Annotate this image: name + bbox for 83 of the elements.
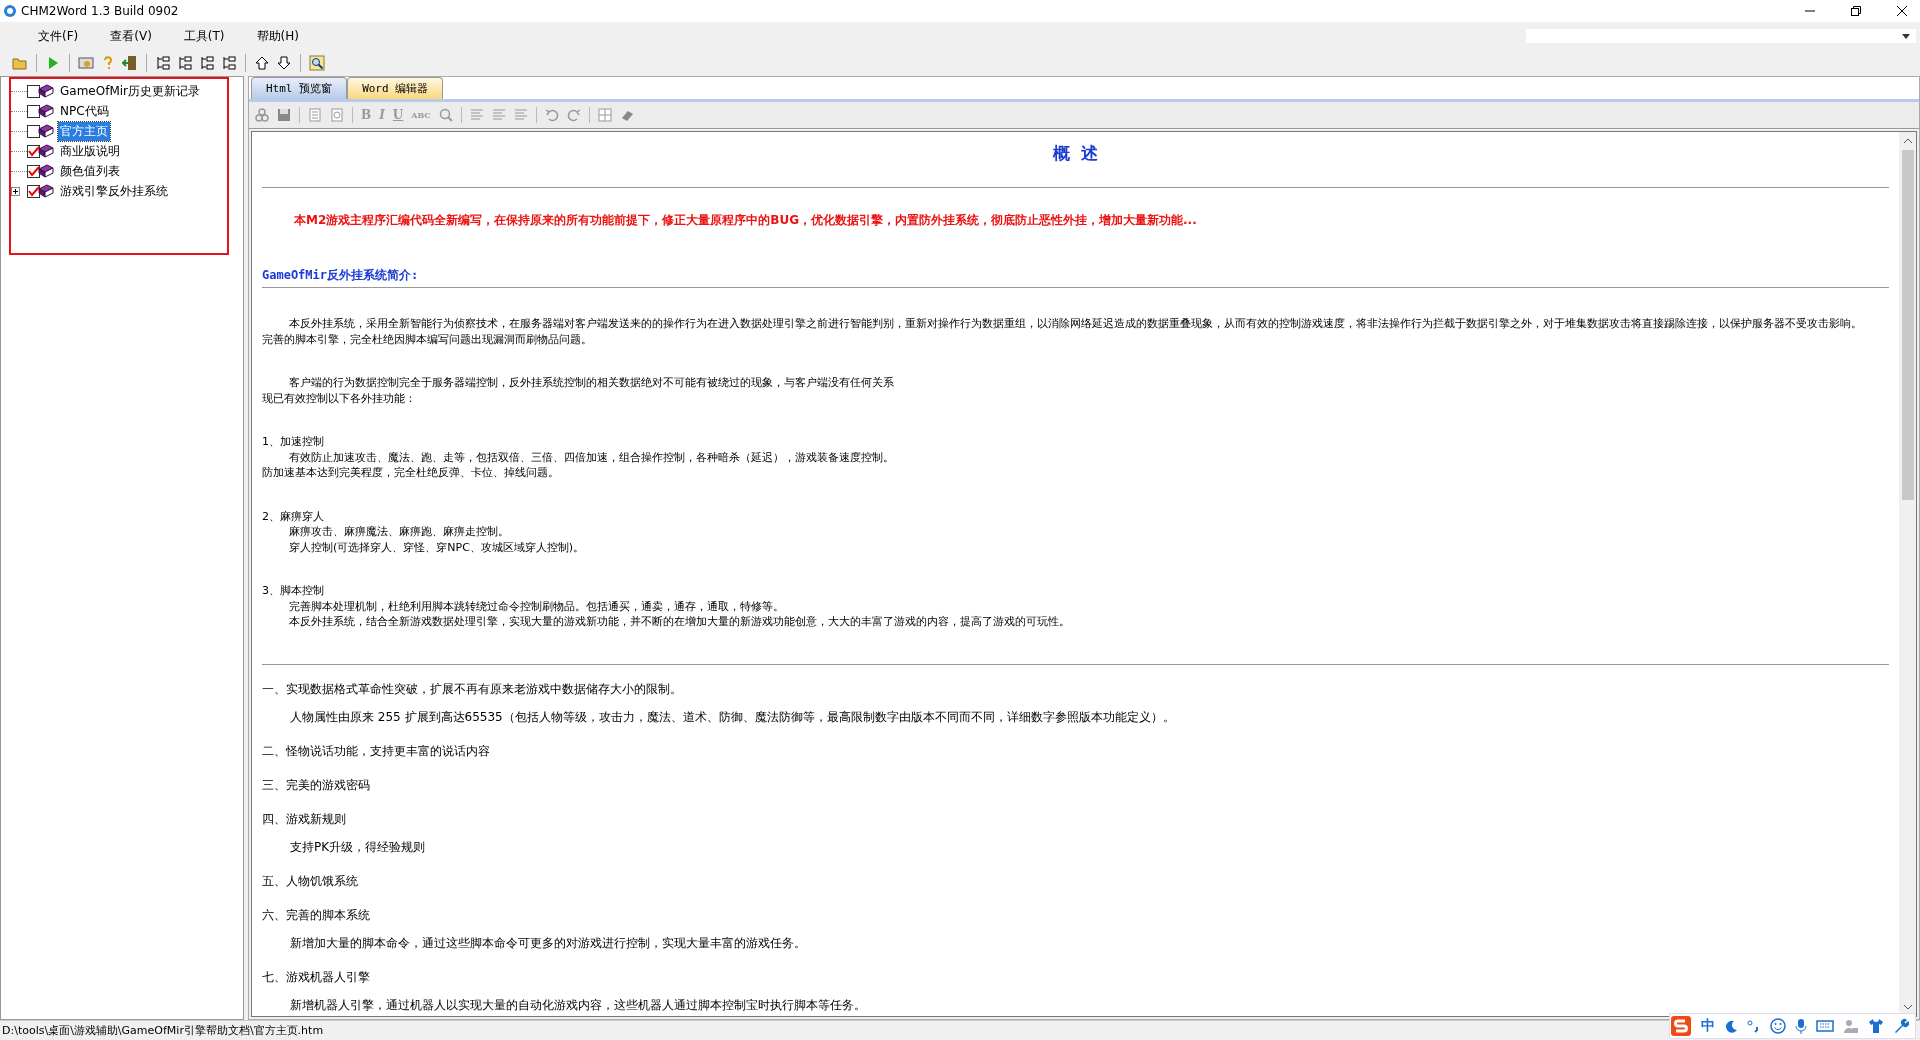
- paragraph: 1、加速控制: [262, 434, 325, 450]
- menu-item[interactable]: 文件(F): [30, 25, 87, 47]
- tree-icon[interactable]: [221, 55, 237, 71]
- down-arrow-icon[interactable]: [276, 55, 292, 71]
- scroll-up-icon[interactable]: [1902, 138, 1913, 144]
- wrench-icon[interactable]: [1893, 1018, 1909, 1034]
- scrollbar[interactable]: [1899, 132, 1916, 1016]
- notice-text: 本M2游戏主程序汇编代码全新编写，在保持原来的所有功能前提下，修正大量原程序中的BUG，优化数据引擎，内置防外挂系统，彻底防止恶性外挂，增加大量新功能...: [294, 212, 1198, 229]
- feature-title: 二、怪物说话功能，支持更丰富的说话内容: [262, 742, 491, 760]
- close-icon[interactable]: [1896, 5, 1908, 17]
- checkbox[interactable]: [27, 104, 40, 118]
- menu-item[interactable]: 工具(T): [175, 25, 233, 47]
- paragraph: 本反外挂系统，结合全新游戏数据处理引擎，实现大量的游戏新功能，并不断的在增加大量的新游戏功能创意，大大的丰富了游戏的内容，提高了游戏的可玩性。: [288, 614, 1071, 630]
- feature-detail: 新增加大量的脚本命令，通过这些脚本命令可更多的对游戏进行控制，实现大量丰富的游戏任务。: [289, 934, 807, 952]
- book-icon: [38, 164, 54, 178]
- checkbox[interactable]: [27, 144, 40, 158]
- tree-item[interactable]: 游戏引擎反外挂系统: [58, 181, 170, 201]
- paragraph: 麻痹攻击、麻痹魔法、麻痹跑、麻痹走控制。: [288, 524, 510, 540]
- punctuation-icon[interactable]: [1747, 1019, 1761, 1033]
- paragraph: 现已有效控制以下各外挂功能：: [262, 390, 417, 406]
- status-path: D:\tools\桌面\游戏辅助\GameOfMir引擎帮助文档\官方主页.htm: [2, 1023, 324, 1038]
- ime-logo-icon[interactable]: [1670, 1015, 1692, 1037]
- book-icon: [38, 184, 54, 198]
- open-folder-icon[interactable]: [12, 55, 28, 71]
- feature-title: 三、完美的游戏密码: [262, 776, 371, 794]
- menu-item[interactable]: 帮助(H): [248, 25, 307, 47]
- moon-icon[interactable]: [1724, 1019, 1738, 1033]
- feature-detail: 新增机器人引擎，通过机器人以实现大量的自动化游戏内容，这些机器人通过脚本控制宝时执行脚本等任务。: [289, 996, 867, 1014]
- tree-item[interactable]: NPC代码: [58, 101, 111, 121]
- tab[interactable]: Html 预览窗: [251, 77, 348, 99]
- expand-icon[interactable]: [11, 186, 20, 196]
- exit-icon[interactable]: [122, 55, 138, 71]
- feature-detail: 人物属性由原来 255 扩展到高达65535（包括人物等级，攻击力，魔法、道术、防御、魔法防御等，最高限制数字由版本不同而不同，详细数字参照版本功能定义）。: [289, 708, 1176, 726]
- feature-title: 一、实现数据格式革命性突破，扩展不再有原来老游戏中数据储存大小的限制。: [262, 680, 683, 698]
- microphone-icon[interactable]: [1795, 1018, 1807, 1034]
- book-icon: [38, 104, 54, 118]
- tree-item[interactable]: 商业版说明: [58, 141, 122, 161]
- paragraph: 3、脚本控制: [262, 583, 325, 599]
- tree-item[interactable]: 颜色值列表: [58, 161, 122, 181]
- feature-detail: 支持PK升级，得经验规则: [289, 838, 427, 856]
- tab[interactable]: Word 编辑器: [347, 77, 444, 99]
- feature-title: 六、完善的脚本系统: [262, 906, 371, 924]
- paragraph: 防加速基本达到完美程度，完全杜绝反弹、卡位、掉线问题。: [262, 465, 560, 481]
- paragraph: 本反外挂系统，采用全新智能行为侦察技术，在服务器端对客户端发送来的的操作行为在进入数据处理引擎之前进行智能判别，重新对操作行为数据重组，以消除网络延迟造成的数据重叠现象，从而有效的控制游戏速度，将非法操作行为拦截于数据引擎之外，对于堆集数据攻击将直接踢除连接，以保护服务器不受攻击影响。: [288, 316, 1863, 332]
- book-icon: [38, 84, 54, 98]
- save-icon[interactable]: [277, 108, 291, 122]
- search-icon[interactable]: [309, 55, 325, 71]
- paragraph: 2、麻痹穿人: [262, 508, 325, 524]
- tree-icon[interactable]: [155, 55, 171, 71]
- scroll-thumb[interactable]: [1901, 150, 1914, 500]
- tree-item[interactable]: 官方主页: [58, 121, 110, 141]
- paragraph: 完善脚本处理机制，杜绝利用脚本跳转绕过命令控制刷物品。包括通买，通卖，通存，通取，特修等。: [288, 598, 785, 614]
- paragraph: 完善的脚本引擎，完全杜绝因脚本编写问题出现漏洞而刷物品问题。: [262, 331, 593, 347]
- up-arrow-icon[interactable]: [254, 55, 270, 71]
- menu-item[interactable]: 查看(V): [102, 25, 160, 47]
- paragraph: 客户端的行为数据控制完全于服务器端控制，反外挂系统控制的相关数据绝对不可能有被绕过的现象，与客户端没有任何关系: [288, 375, 895, 391]
- caret-icon: [1902, 33, 1910, 39]
- feature-title: 四、游戏新规则: [262, 810, 347, 828]
- tree-icon[interactable]: [177, 55, 193, 71]
- paragraph: 穿人控制(可选择穿人、穿怪、穿NPC、攻城区域穿人控制)。: [288, 539, 586, 555]
- feature-title: 七、游戏机器人引擎: [262, 968, 371, 986]
- eraser-icon[interactable]: [619, 108, 634, 122]
- tree-item[interactable]: GameOfMir历史更新记录: [58, 81, 202, 101]
- app-logo-icon: [3, 4, 17, 18]
- window-title: CHM2Word 1.3 Build 0902: [21, 4, 179, 18]
- checkbox[interactable]: [27, 184, 40, 198]
- input-mode-toggle[interactable]: 中: [1701, 1017, 1715, 1035]
- checkbox[interactable]: [27, 124, 40, 138]
- book-icon: [38, 144, 54, 158]
- keyboard-icon[interactable]: [1816, 1019, 1834, 1033]
- checkbox[interactable]: [27, 84, 40, 98]
- refresh-icon[interactable]: [330, 108, 344, 122]
- smiley-icon[interactable]: [1770, 1018, 1786, 1034]
- checkbox[interactable]: [27, 164, 40, 178]
- document-heading: 概 述: [1051, 142, 1100, 165]
- section-title: GameOfMir反外挂系统简介:: [262, 267, 420, 284]
- restore-icon[interactable]: [1850, 5, 1862, 17]
- scroll-down-icon[interactable]: [1902, 1004, 1913, 1010]
- tree-icon[interactable]: [199, 55, 215, 71]
- book-icon: [38, 124, 54, 138]
- feature-title: 五、人物饥饿系统: [262, 872, 359, 890]
- paragraph: 有效防止加速攻击、魔法、跑、走等，包括双倍、三倍、四倍加速，组合操作控制，各种暗杀（延迟），游戏装备速度控制。: [288, 449, 895, 465]
- shirt-icon[interactable]: [1868, 1018, 1884, 1034]
